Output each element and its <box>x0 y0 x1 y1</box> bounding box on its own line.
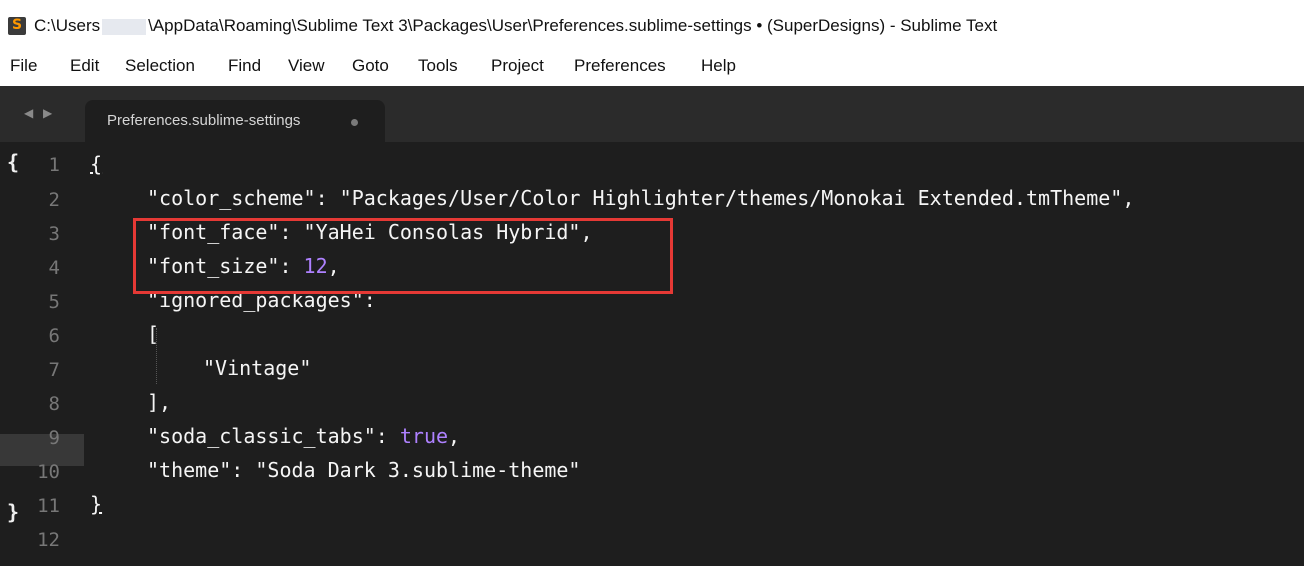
line-number: 3 <box>48 223 60 245</box>
title-bar: C:\Users \AppData\Roaming\Sublime Text 3\… <box>0 0 1304 50</box>
menu-view[interactable]: View <box>288 56 325 76</box>
menu-help[interactable]: Help <box>701 56 736 76</box>
soda-value: true <box>399 424 449 448</box>
menu-selection[interactable]: Selection <box>125 56 195 76</box>
line-number: 11 <box>37 495 60 517</box>
line-number: 2 <box>48 189 60 211</box>
line-number: 12 <box>37 529 60 551</box>
redacted-username <box>102 18 147 35</box>
title-suffix: \AppData\Roaming\Sublime Text 3\Packages… <box>148 16 998 35</box>
code-line-9: "soda_classic_tabs": true, <box>147 424 460 448</box>
soda-key: "soda_classic_tabs": <box>147 424 400 448</box>
code-line-8: ], <box>147 390 172 414</box>
code-line-1: { <box>90 152 102 176</box>
comma: , <box>448 424 461 448</box>
code-line-2: "color_scheme": "Packages/User/Color Hig… <box>147 186 1135 210</box>
line-number: 9 <box>48 427 60 449</box>
menu-preferences[interactable]: Preferences <box>574 56 666 76</box>
menu-tools[interactable]: Tools <box>418 56 458 76</box>
code-line-11: } <box>90 492 102 516</box>
code-editor[interactable]: { } 1 2 3 4 5 6 7 8 9 10 11 12 { "color_… <box>0 142 1304 566</box>
line-number: 1 <box>48 154 60 176</box>
menu-goto[interactable]: Goto <box>352 56 389 76</box>
line-number: 4 <box>48 257 60 279</box>
menu-find[interactable]: Find <box>228 56 261 76</box>
window-title: C:\Users \AppData\Roaming\Sublime Text 3\… <box>34 16 997 36</box>
code-line-6: [ <box>147 322 160 346</box>
code-line-10: "theme": "Soda Dark 3.sublime-theme" <box>147 458 581 482</box>
line-number: 5 <box>48 291 60 313</box>
open-brace: { <box>90 152 103 176</box>
close-brace: } <box>90 492 103 516</box>
menu-file[interactable]: File <box>10 56 37 76</box>
line-number: 10 <box>37 461 60 483</box>
menu-edit[interactable]: Edit <box>70 56 99 76</box>
line-number: 8 <box>48 393 60 415</box>
sublime-app-icon[interactable] <box>8 17 26 35</box>
title-prefix: C:\Users <box>34 16 101 35</box>
tab-nav-arrows[interactable]: ◀ ▶ <box>24 106 55 120</box>
code-line-7: "Vintage" <box>203 356 312 380</box>
font-settings-highlight-box <box>133 218 673 294</box>
tab-label: Preferences.sublime-settings <box>107 112 301 129</box>
tab-preferences-settings[interactable]: Preferences.sublime-settings <box>85 100 385 142</box>
unsaved-dot-icon[interactable] <box>351 119 358 126</box>
line-number: 7 <box>48 359 60 381</box>
menu-project[interactable]: Project <box>491 56 544 76</box>
tab-bar: ◀ ▶ Preferences.sublime-settings <box>0 86 1304 142</box>
menu-bar: File Edit Selection Find View Goto Tools… <box>0 50 1304 86</box>
line-number: 6 <box>48 325 60 347</box>
